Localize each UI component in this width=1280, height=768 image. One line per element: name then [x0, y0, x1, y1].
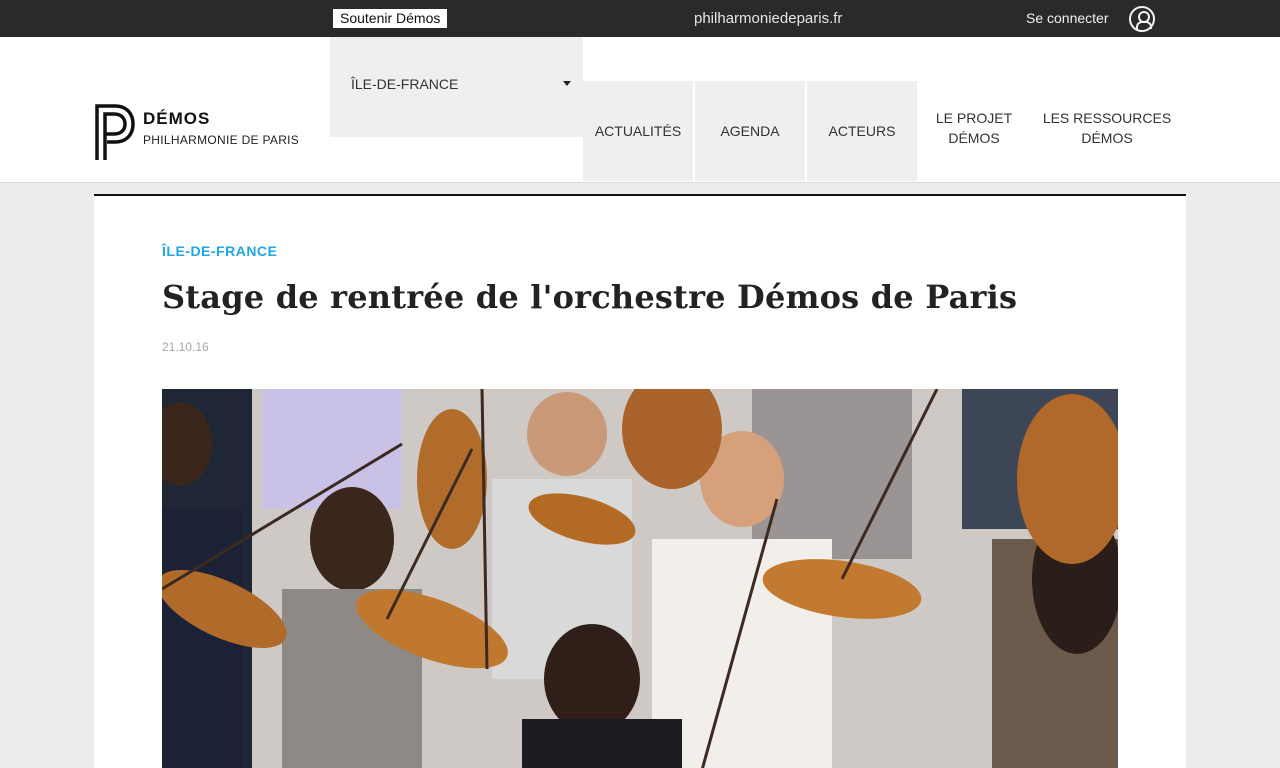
login-link[interactable]: Se connecter	[1026, 8, 1109, 28]
user-icon[interactable]	[1129, 6, 1155, 32]
region-selector-label: ÎLE-DE-FRANCE	[351, 76, 459, 92]
nav-actualites[interactable]: ACTUALITÉS	[583, 81, 693, 181]
article-date: 21.10.16	[162, 340, 209, 354]
nav-agenda[interactable]: AGENDA	[695, 81, 805, 181]
article-title: Stage de rentrée de l'orchestre Démos de…	[162, 278, 1018, 316]
nav-les-ressources-demos[interactable]: LES RESSOURCES DÉMOS	[1036, 81, 1178, 175]
support-demos-button[interactable]: Soutenir Démos	[333, 9, 448, 28]
philharmonie-logo-icon[interactable]	[93, 102, 137, 162]
article-card: ÎLE-DE-FRANCE Stage de rentrée de l'orch…	[94, 194, 1186, 768]
top-bar: Soutenir Démos philharmoniedeparis.fr Se…	[0, 0, 1280, 37]
site-header: DÉMOS PHILHARMONIE DE PARIS ÎLE-DE-FRANC…	[0, 37, 1280, 183]
caret-down-icon	[563, 81, 571, 86]
orchestra-photo-illustration	[162, 389, 1118, 768]
brand-subtitle[interactable]: PHILHARMONIE DE PARIS	[143, 133, 299, 147]
nav-acteurs[interactable]: ACTEURS	[807, 81, 917, 181]
article-photo	[162, 389, 1118, 768]
nav-le-projet-demos[interactable]: LE PROJET DÉMOS	[919, 81, 1029, 175]
brand-name[interactable]: DÉMOS	[143, 109, 210, 129]
region-selector[interactable]: ÎLE-DE-FRANCE	[330, 37, 583, 137]
philharmonie-link[interactable]: philharmoniedeparis.fr	[694, 9, 842, 28]
article-category[interactable]: ÎLE-DE-FRANCE	[162, 243, 277, 259]
